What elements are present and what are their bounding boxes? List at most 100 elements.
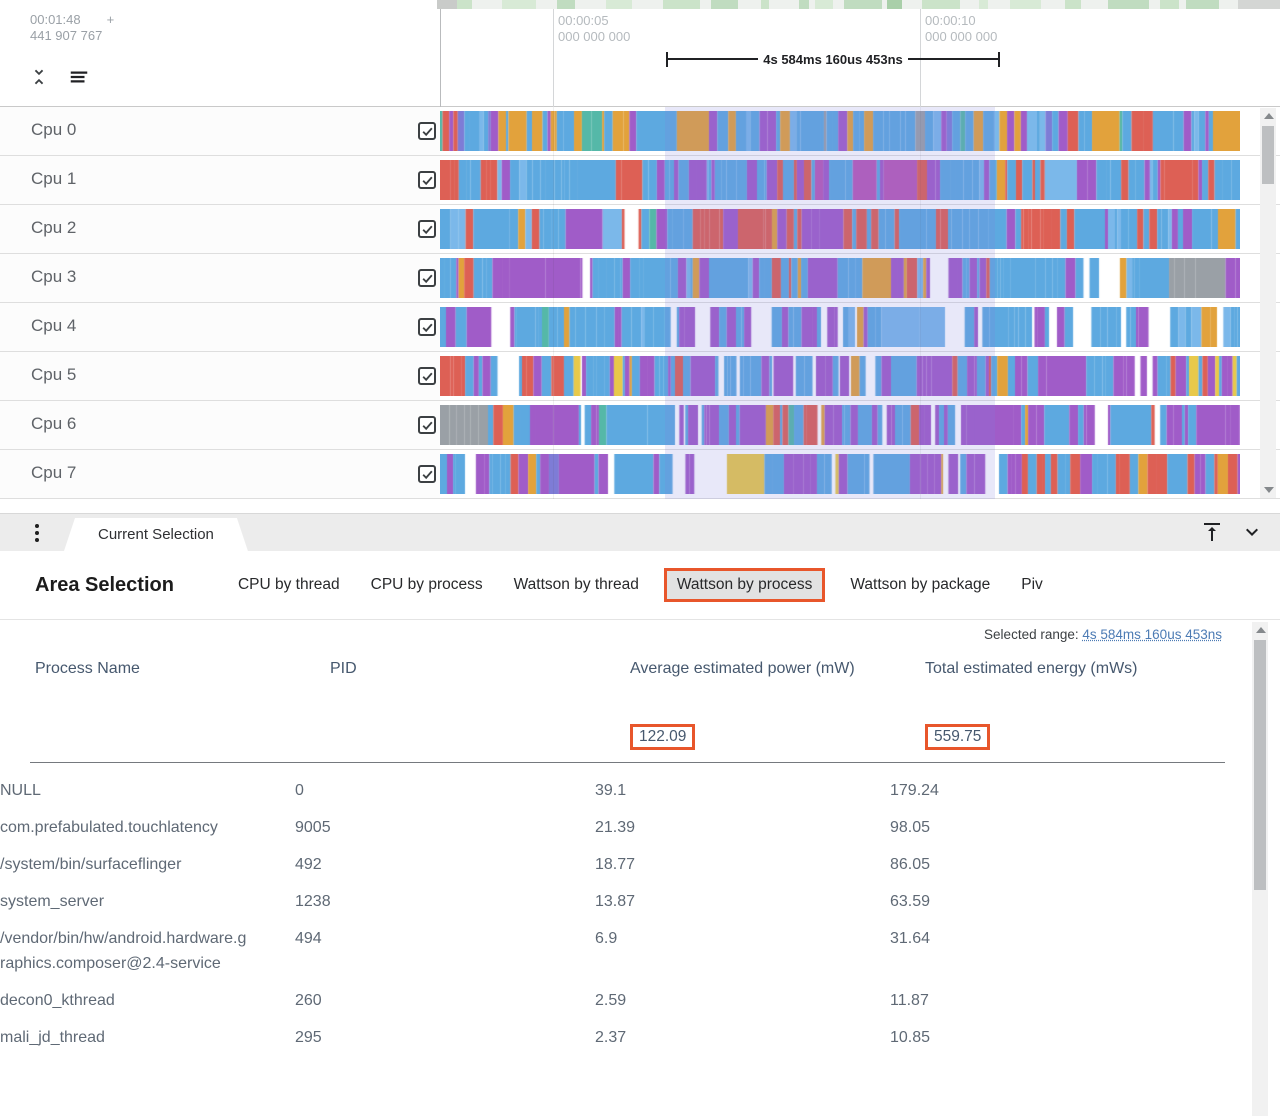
average-power-cell: 2.59 [595, 988, 890, 1013]
cpu-sched-track[interactable] [440, 405, 1240, 445]
tab-wattson-by-thread[interactable]: Wattson by thread [514, 576, 639, 594]
cpu-sched-track[interactable] [440, 209, 1240, 249]
average-power-cell: 21.39 [595, 815, 890, 840]
minimap-activity-segment [711, 0, 738, 9]
cpu-sched-track[interactable] [440, 356, 1240, 396]
track-label-cell: Cpu 3 [0, 254, 440, 302]
minimap-activity-segment [922, 0, 961, 9]
minimap-activity-segment [1160, 0, 1179, 9]
ruler-tick-10s: 00:00:10000 000 000 [925, 13, 997, 45]
tab-piv[interactable]: Piv [1021, 576, 1043, 594]
tab-current-selection[interactable]: Current Selection [64, 518, 248, 551]
cpu-sched-track[interactable] [440, 307, 1240, 347]
scroll-up-arrow-icon[interactable] [1264, 113, 1274, 119]
current-selection-tab-label: Current Selection [98, 526, 214, 543]
tab-cpu-by-thread[interactable]: CPU by thread [238, 576, 340, 594]
panel-scrollbar-thumb[interactable] [1254, 640, 1266, 890]
total-energy-cell: 86.05 [890, 852, 1280, 877]
table-row: mali_jd_thread 295 2.37 10.85 [0, 1019, 1280, 1056]
sort-tracks-icon[interactable] [66, 66, 92, 88]
pid-cell: 295 [295, 1025, 595, 1050]
tracks-scrollbar-thumb[interactable] [1262, 126, 1274, 184]
col-header-total-energy: Total estimated energy (mWs) [925, 656, 1222, 681]
table-body: NULL 0 39.1 179.24 com.prefabulated.touc… [0, 772, 1280, 1056]
track-checkbox[interactable] [418, 220, 436, 238]
selected-range: Selected range: 4s 584ms 160us 453ns [984, 627, 1222, 642]
cpu-sched-track[interactable] [440, 160, 1240, 200]
total-energy-cell: 98.05 [890, 815, 1280, 840]
cpu-track-row: Cpu 1 [0, 156, 1280, 205]
cpu-track-row: Cpu 4 [0, 303, 1280, 352]
pid-cell: 492 [295, 852, 595, 877]
tab-wattson-by-package[interactable]: Wattson by package [850, 576, 990, 594]
minimap-activity-segment [1010, 0, 1041, 9]
tab-cpu-by-process[interactable]: CPU by process [371, 576, 483, 594]
total-energy-value: 559.75 [925, 724, 990, 750]
process-name-cell: decon0_kthread [0, 988, 250, 1013]
track-label-cell: Cpu 0 [0, 107, 440, 155]
track-checkbox[interactable] [418, 465, 436, 483]
cpu-track-row: Cpu 2 [0, 205, 1280, 254]
collapse-tracks-icon[interactable] [28, 66, 50, 88]
selected-range-label: Selected range: [984, 627, 1079, 642]
total-energy-cell: 31.64 [890, 926, 1280, 976]
selected-range-link[interactable]: 4s 584ms 160us 453ns [1082, 627, 1222, 642]
average-power-cell: 13.87 [595, 889, 890, 914]
ruler-gridline-5s [553, 9, 554, 107]
scroll-down-arrow-icon[interactable] [1264, 487, 1274, 493]
track-checkbox[interactable] [418, 122, 436, 140]
track-label: Cpu 6 [31, 414, 76, 434]
minimap-left-handle[interactable] [437, 0, 457, 9]
track-label: Cpu 0 [31, 120, 76, 140]
details-panel-tabbar: Current Selection [0, 513, 1280, 551]
track-checkbox[interactable] [418, 171, 436, 189]
cpu-sched-track[interactable] [440, 258, 1240, 298]
table-header-row: Process Name PID Average estimated power… [0, 656, 1280, 681]
expand-panel-to-top-icon[interactable] [1200, 520, 1224, 544]
average-power-cell: 39.1 [595, 778, 890, 803]
clock-plus: + [107, 12, 115, 27]
minimap-activity-segment [799, 0, 809, 9]
checkmark-icon [421, 419, 434, 432]
total-energy-cell: 179.24 [890, 778, 1280, 803]
track-label-cell: Cpu 1 [0, 156, 440, 204]
cpu-sched-track[interactable] [440, 111, 1240, 151]
cpu-track-row: Cpu 6 [0, 401, 1280, 450]
panel-scrollbar[interactable] [1252, 622, 1268, 1116]
cpu-track-row: Cpu 5 [0, 352, 1280, 401]
timeline-minimap[interactable] [437, 0, 1280, 9]
track-checkbox[interactable] [418, 367, 436, 385]
track-label: Cpu 2 [31, 218, 76, 238]
clock-nanoseconds: 441 907 767 [30, 28, 114, 44]
panel-scroll-up-arrow-icon[interactable] [1256, 627, 1266, 633]
checkmark-icon [421, 125, 434, 138]
total-energy-cell: 10.85 [890, 1025, 1280, 1050]
timeline-ruler[interactable]: 00:01:48+ 441 907 767 00:00:05000 000 00… [0, 9, 1280, 107]
cpu-track-row: Cpu 0 [0, 107, 1280, 156]
checkmark-icon [421, 321, 434, 334]
pid-cell: 0 [295, 778, 595, 803]
collapse-panel-chevron-down-icon[interactable] [1240, 520, 1264, 544]
minimap-activity-segment [1186, 0, 1219, 9]
table-totals-row: 122.09 559.75 [0, 724, 1280, 750]
track-checkbox[interactable] [418, 269, 436, 287]
minimap-activity-segment [502, 0, 535, 9]
minimap-right-handle[interactable] [1238, 0, 1280, 9]
minimap-activity-segment [606, 0, 632, 9]
pid-cell: 494 [295, 926, 595, 976]
cpu-sched-track[interactable] [440, 454, 1240, 494]
track-label: Cpu 7 [31, 463, 76, 483]
track-label-cell: Cpu 4 [0, 303, 440, 351]
minimap-activity-segment [663, 0, 699, 9]
tab-wattson-by-process[interactable]: Wattson by process [664, 568, 826, 602]
track-checkbox[interactable] [418, 416, 436, 434]
col-header-pid: PID [330, 656, 630, 681]
track-checkbox[interactable] [418, 318, 436, 336]
average-power-cell: 18.77 [595, 852, 890, 877]
tracks-scrollbar[interactable] [1260, 108, 1276, 498]
minimap-activity-segment [1065, 0, 1081, 9]
checkmark-icon [421, 174, 434, 187]
tab-menu-kebab-icon[interactable] [30, 521, 44, 545]
track-label-cell: Cpu 5 [0, 352, 440, 400]
table-row: com.prefabulated.touchlatency 9005 21.39… [0, 809, 1280, 846]
